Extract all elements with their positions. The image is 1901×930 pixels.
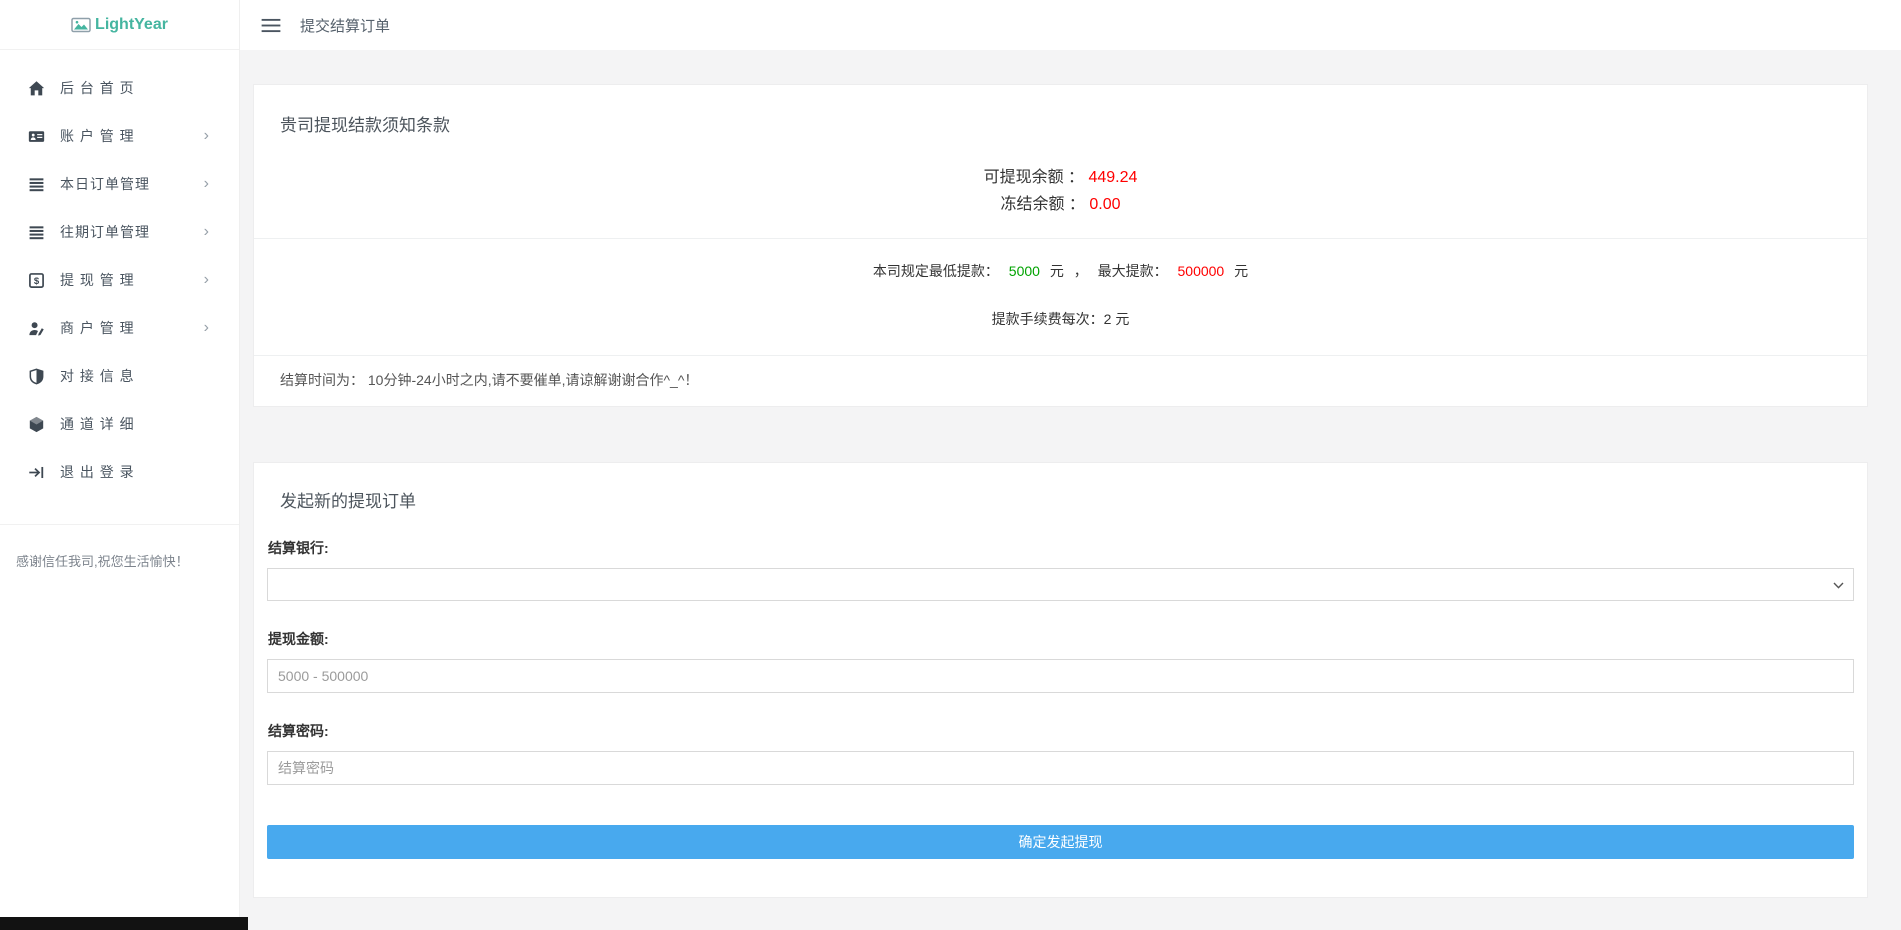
hamburger-icon[interactable]	[260, 16, 284, 34]
withdraw-form-card: 发起新的提现订单 结算银行: 提现金额: 结算密码: 确定发起提现	[253, 462, 1868, 898]
shield-icon	[28, 368, 45, 385]
logo-text: LightYear	[95, 16, 168, 34]
balance-block: 可提现余额 ： 449.24 冻结余额 ： 0.00	[254, 164, 1867, 218]
bottom-black-strip	[0, 917, 248, 930]
divider	[254, 355, 1867, 356]
logout-icon	[28, 464, 45, 481]
limits-line: 本司规定最低提款： 5000 元 ， 最大提款： 500000 元	[254, 261, 1867, 281]
sidebar-item-label: 后 台 首 页	[60, 78, 135, 98]
available-balance-label: 可提现余额 ：	[984, 169, 1084, 186]
sidebar-item-label: 账 户 管 理	[60, 126, 135, 146]
chevron-right-icon: ›	[204, 224, 209, 240]
content: 贵司提现结款须知条款 可提现余额 ： 449.24 冻结余额 ： 0.00 本司…	[240, 50, 1901, 930]
sidebar-footer-note: 感谢信任我司,祝您生活愉快！	[0, 525, 239, 570]
bank-select[interactable]	[267, 568, 1854, 601]
sidebar-item-channel[interactable]: 通 道 详 细	[0, 400, 239, 448]
frozen-balance-label: 冻结余额 ：	[1000, 196, 1084, 213]
sidebar-item-label: 本日订单管理	[60, 174, 150, 194]
notice-card-title: 贵司提现结款须知条款	[254, 85, 1867, 136]
sidebar-item-label: 通 道 详 细	[60, 414, 135, 434]
broken-image-icon	[71, 17, 91, 33]
sidebar-item-merchant[interactable]: 商 户 管 理 ›	[0, 304, 239, 352]
sidebar-nav: 后 台 首 页 账 户 管 理 ›	[0, 50, 239, 496]
settle-time-line: 结算时间为： 10分钟-24小时之内,请不要催单,请谅解谢谢合作^_^！	[280, 370, 1841, 406]
min-withdraw-unit: 元	[1050, 263, 1064, 279]
money-icon: $	[28, 272, 45, 289]
topbar: 提交结算订单	[240, 0, 1901, 50]
chevron-right-icon: ›	[204, 176, 209, 192]
notice-card: 贵司提现结款须知条款 可提现余额 ： 449.24 冻结余额 ： 0.00 本司…	[253, 84, 1868, 407]
max-withdraw-unit: 元	[1234, 263, 1248, 279]
sidebar-item-label: 退 出 登 录	[60, 462, 135, 482]
form-card-title: 发起新的提现订单	[267, 463, 1854, 512]
fee-line: 提款手续费每次：2 元	[254, 309, 1867, 329]
home-icon	[28, 80, 45, 97]
frozen-balance-value: 0.00	[1089, 196, 1120, 213]
min-withdraw-label: 本司规定最低提款：	[873, 263, 999, 279]
app-screen: LightYear 后 台 首 页	[0, 0, 1901, 930]
svg-text:$: $	[34, 276, 40, 287]
max-withdraw-label: 最大提款：	[1098, 263, 1168, 279]
password-label: 结算密码:	[268, 721, 1853, 741]
sidebar: LightYear 后 台 首 页	[0, 0, 240, 917]
frozen-balance-line: 冻结余额 ： 0.00	[254, 191, 1867, 218]
submit-withdraw-button[interactable]: 确定发起提现	[267, 825, 1854, 859]
cube-icon	[28, 416, 45, 433]
list-icon	[28, 224, 45, 241]
sidebar-item-label: 商 户 管 理	[60, 318, 135, 338]
bank-select-wrap	[267, 568, 1854, 601]
password-input[interactable]	[267, 751, 1854, 785]
user-edit-icon	[28, 320, 45, 337]
max-withdraw-value: 500000	[1178, 263, 1225, 279]
page-title: 提交结算订单	[300, 15, 390, 36]
sidebar-item-home[interactable]: 后 台 首 页	[0, 64, 239, 112]
logo: LightYear	[0, 0, 239, 50]
available-balance-line: 可提现余额 ： 449.24	[254, 164, 1867, 191]
sidebar-item-today-orders[interactable]: 本日订单管理 ›	[0, 160, 239, 208]
sidebar-item-accounts[interactable]: 账 户 管 理 ›	[0, 112, 239, 160]
sidebar-item-label: 往期订单管理	[60, 222, 150, 242]
id-card-icon	[28, 128, 45, 145]
available-balance-value: 449.24	[1088, 169, 1137, 186]
amount-label: 提现金额:	[268, 629, 1853, 649]
chevron-right-icon: ›	[204, 128, 209, 144]
bank-label: 结算银行:	[268, 538, 1853, 558]
chevron-right-icon: ›	[204, 320, 209, 336]
sidebar-item-integration[interactable]: 对 接 信 息	[0, 352, 239, 400]
sidebar-item-logout[interactable]: 退 出 登 录	[0, 448, 239, 496]
limits-separator: ，	[1074, 263, 1088, 279]
sidebar-item-past-orders[interactable]: 往期订单管理 ›	[0, 208, 239, 256]
list-icon	[28, 176, 45, 193]
chevron-right-icon: ›	[204, 272, 209, 288]
min-withdraw-value: 5000	[1009, 263, 1040, 279]
sidebar-item-label: 提 现 管 理	[60, 270, 135, 290]
divider	[254, 238, 1867, 239]
sidebar-item-label: 对 接 信 息	[60, 366, 135, 386]
sidebar-item-withdraw[interactable]: $ 提 现 管 理 ›	[0, 256, 239, 304]
amount-input[interactable]	[267, 659, 1854, 693]
main-area: 提交结算订单 贵司提现结款须知条款 可提现余额 ： 449.24 冻结余额 ： …	[240, 0, 1901, 930]
